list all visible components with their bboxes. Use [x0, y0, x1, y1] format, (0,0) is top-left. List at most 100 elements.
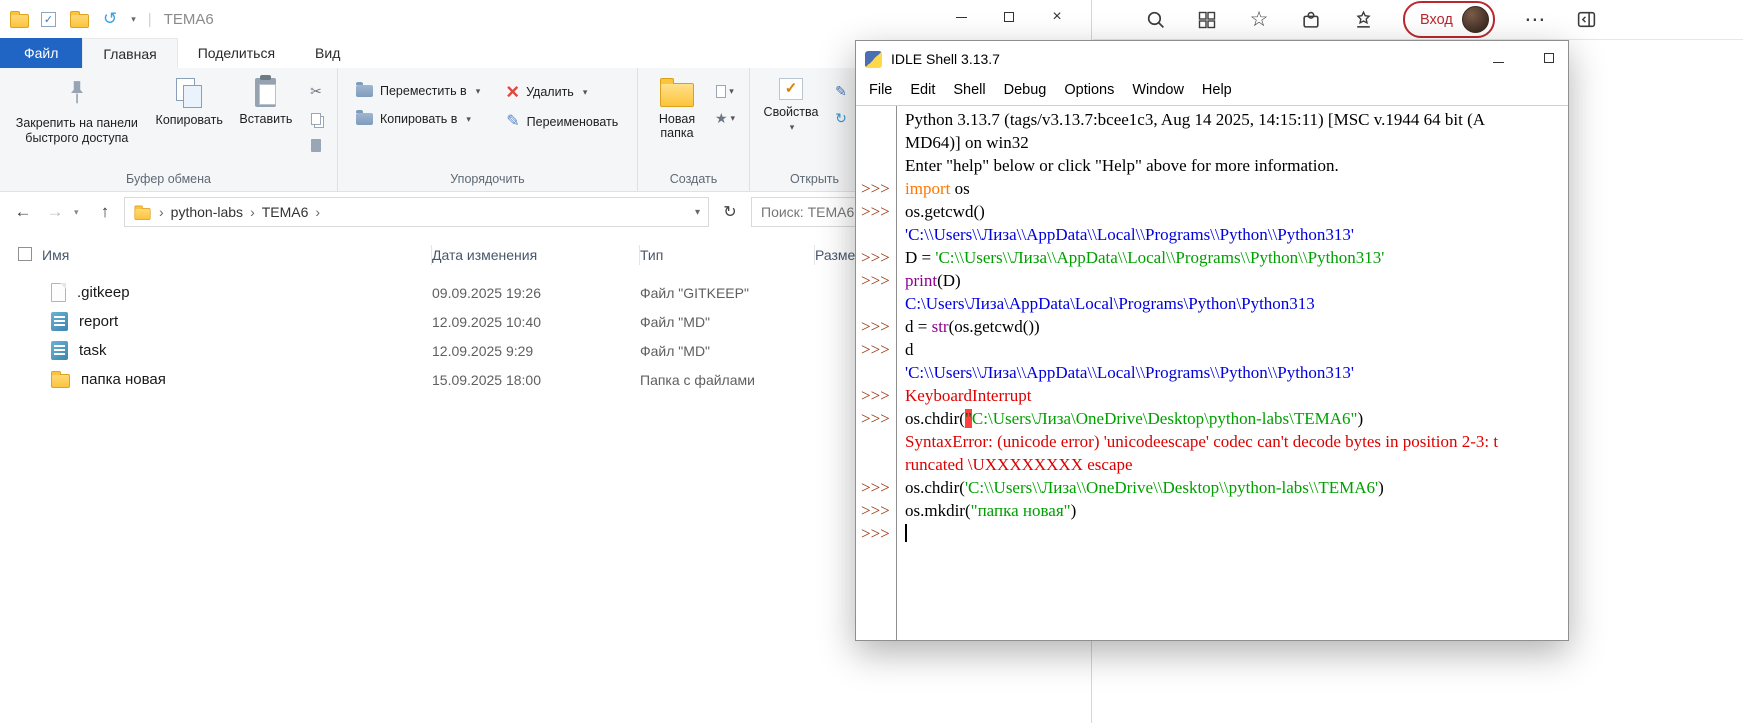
new-item-icon[interactable]: ▾ [712, 80, 738, 103]
qat-properties-icon[interactable]: ✓ [41, 12, 56, 27]
collections-icon[interactable] [1351, 8, 1375, 32]
idle-minimize-button[interactable] [1493, 50, 1504, 68]
prompt [856, 223, 896, 246]
copy-path-icon[interactable] [303, 107, 329, 130]
tab-share[interactable]: Поделиться [178, 38, 295, 68]
explorer-logo-icon [10, 14, 29, 28]
pin-icon [64, 78, 90, 111]
idle-maximize-button[interactable] [1544, 50, 1554, 68]
explorer-minimize-button[interactable] [937, 0, 985, 34]
copy-to-button[interactable]: Копировать в ▾ [350, 110, 486, 128]
shell-line: MD64)] on win32 [856, 131, 1568, 154]
file-modified: 15.09.2025 18:00 [432, 372, 640, 388]
prompt: >>> [856, 407, 896, 430]
menu-debug[interactable]: Debug [996, 79, 1055, 101]
shell-line: >>>d [856, 338, 1568, 361]
favorites-star-icon[interactable]: ☆ [1247, 8, 1271, 32]
tab-view[interactable]: Вид [295, 38, 360, 68]
tab-home[interactable]: Главная [82, 38, 177, 68]
new-folder-button[interactable]: Новая папка [646, 74, 708, 145]
delete-button[interactable]: × Удалить ▾ [500, 82, 624, 102]
md-icon [51, 312, 68, 331]
search-icon[interactable] [1143, 8, 1167, 32]
menu-window[interactable]: Window [1124, 79, 1192, 101]
menu-file[interactable]: File [861, 79, 900, 101]
prompt: >>> [856, 338, 896, 361]
group-label-create: Создать [638, 170, 749, 191]
move-to-button[interactable]: Переместить в ▾ [350, 82, 486, 100]
breadcrumb-crumbs: python-labs›TEMA6› [171, 204, 320, 220]
prompt: >>> [856, 522, 896, 545]
breadcrumb[interactable]: › python-labs›TEMA6› ▾ [124, 197, 709, 227]
prompt [856, 430, 896, 453]
refresh-icon[interactable]: ↻ [715, 197, 745, 227]
move-to-label: Переместить в [380, 84, 467, 98]
tab-file[interactable]: Файл [0, 38, 82, 68]
extensions-icon[interactable] [1299, 8, 1323, 32]
file-type: Файл "MD" [640, 343, 815, 359]
forward-button[interactable]: → [42, 202, 68, 222]
history-icon[interactable]: ↻ [828, 107, 854, 130]
edit-icon[interactable]: ✎ [828, 80, 854, 103]
shell-line: SyntaxError: (unicode error) 'unicodeesc… [856, 430, 1568, 453]
menu-help[interactable]: Help [1194, 79, 1240, 101]
easy-access-icon[interactable]: ★▾ [712, 107, 738, 130]
address-dropdown-icon[interactable]: ▾ [695, 207, 700, 218]
paste-shortcut-icon[interactable] [303, 134, 329, 157]
delete-icon: × [506, 84, 519, 100]
column-header-1[interactable]: Имя [42, 245, 432, 265]
back-button[interactable]: ← [10, 202, 36, 222]
properties-button[interactable]: Свойства ▾ [758, 74, 824, 138]
copy-to-icon [356, 113, 373, 125]
cut-icon[interactable]: ✂ [303, 80, 329, 103]
prompt: >>> [856, 246, 896, 269]
menu-edit[interactable]: Edit [902, 79, 943, 101]
copy-label: Копировать [156, 113, 223, 127]
copy-button[interactable]: Копировать [150, 74, 229, 131]
paste-button[interactable]: Вставить [233, 74, 299, 130]
breadcrumb-item[interactable]: python-labs [171, 204, 243, 220]
explorer-maximize-button[interactable] [985, 0, 1033, 34]
menu-shell[interactable]: Shell [945, 79, 993, 101]
breadcrumb-item[interactable]: TEMA6 [262, 204, 309, 220]
up-button[interactable]: ↑ [92, 202, 118, 222]
rename-label: Переименовать [527, 115, 619, 129]
file-icon [51, 283, 66, 302]
explorer-close-button[interactable]: × [1033, 0, 1081, 34]
column-header-3[interactable]: Тип [640, 245, 815, 265]
md-icon [51, 341, 68, 360]
text-cursor [905, 524, 907, 542]
prompt: >>> [856, 476, 896, 499]
explorer-titlebar: ✓ ↺ ▾ | TEMA6 × [0, 0, 1091, 38]
browser-toolbar: ☆ Вход ⋯ [1093, 0, 1743, 40]
recent-locations-icon[interactable]: ▾ [74, 207, 86, 218]
chevron-down-icon: ▾ [476, 86, 481, 97]
shell-line: 'C:\\Users\\Лиза\\AppData\\Local\\Progra… [856, 361, 1568, 384]
titlebar-separator: | [148, 11, 152, 28]
pin-to-quick-access-button[interactable]: Закрепить на панели быстрого доступа [8, 74, 146, 149]
file-modified: 12.09.2025 10:40 [432, 314, 640, 330]
select-all-checkbox[interactable] [18, 247, 42, 264]
prompt [856, 453, 896, 476]
more-options-icon[interactable]: ⋯ [1523, 8, 1547, 32]
qat-undo-icon[interactable]: ↺ [103, 9, 117, 29]
file-type: Папка с файлами [640, 372, 815, 388]
tab-grid-icon[interactable] [1195, 8, 1219, 32]
explorer-window-controls: × [937, 0, 1081, 34]
rename-button[interactable]: ✎ Переименовать [500, 112, 624, 132]
shell-text-area[interactable]: Python 3.13.7 (tags/v3.13.7:bcee1c3, Aug… [856, 105, 1568, 640]
shell-line: >>>os.chdir('C:\\Users\\Лиза\\OneDrive\\… [856, 476, 1568, 499]
signin-button[interactable]: Вход [1403, 1, 1495, 38]
menu-options[interactable]: Options [1056, 79, 1122, 101]
prompt: >>> [856, 177, 896, 200]
quick-access-toolbar: ✓ ↺ ▾ [41, 9, 136, 29]
open-small-buttons: ✎ ↻ [828, 74, 854, 130]
minimize-icon [956, 17, 967, 18]
qat-customize-icon[interactable]: ▾ [131, 14, 136, 25]
sidebar-icon[interactable] [1575, 8, 1599, 32]
column-header-2[interactable]: Дата изменения [432, 245, 640, 265]
qat-new-folder-icon[interactable] [70, 14, 89, 28]
properties-label: Свойства [764, 105, 819, 119]
chevron-down-icon: ▾ [466, 114, 471, 125]
shell-lines: Python 3.13.7 (tags/v3.13.7:bcee1c3, Aug… [856, 108, 1568, 545]
